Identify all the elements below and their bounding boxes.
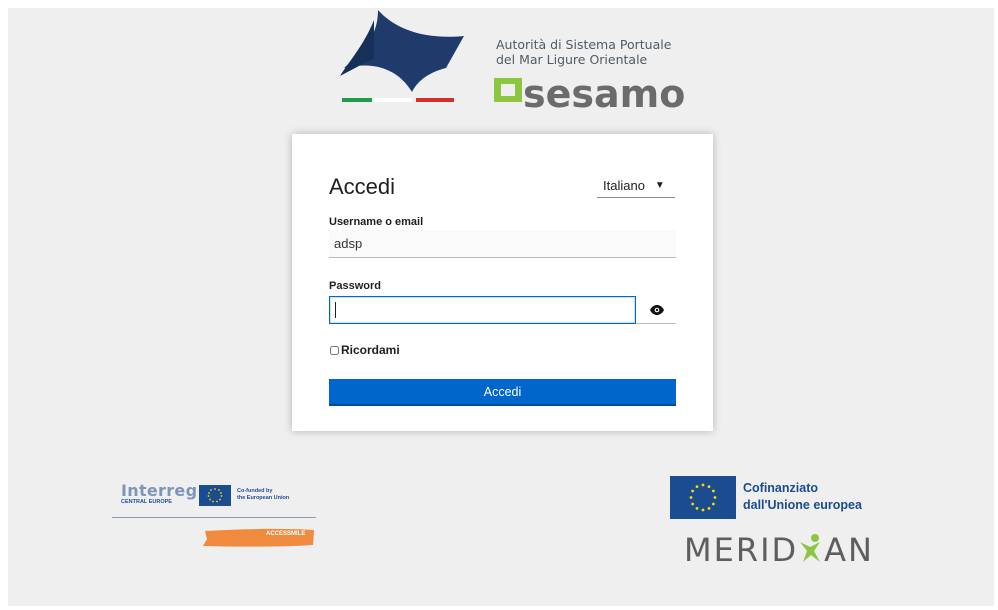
cofunded-line2: the European Union xyxy=(237,495,290,501)
accessmile-logo-word: ACCESSMILE xyxy=(266,531,306,537)
org-name-line2: del Mar Ligure Orientale xyxy=(496,52,648,67)
language-selected: Italiano xyxy=(603,178,645,193)
meridian-right: AN xyxy=(824,531,874,569)
interreg-logo-word: Interreg xyxy=(121,481,198,500)
remember-checkbox[interactable] xyxy=(330,346,339,355)
username-input[interactable] xyxy=(329,230,676,258)
login-title: Accedi xyxy=(329,174,396,199)
username-label: Username o email xyxy=(329,216,424,228)
password-label: Password xyxy=(329,280,381,292)
org-name-line1: Autorità di Sistema Portuale xyxy=(496,37,672,52)
flag-white-stroke xyxy=(374,98,412,102)
login-card: Accedi Italiano ▼ Username o email Passw… xyxy=(292,134,713,431)
cofunded-line1: Co-funded by xyxy=(237,488,273,494)
eu-flag-icon xyxy=(199,485,231,506)
show-password-button[interactable] xyxy=(637,296,676,324)
eu-flag-large-icon xyxy=(670,476,736,519)
interreg-subtitle: CENTRAL EUROPE xyxy=(121,499,172,505)
cofinanziato-line1: Cofinanziato xyxy=(743,481,818,495)
eye-icon xyxy=(649,304,664,315)
flag-red-stroke xyxy=(416,98,454,102)
cofunded-text: Co-funded by the European Union xyxy=(237,488,289,502)
remember-label: Ricordami xyxy=(341,343,400,357)
cofinanziato-text: Cofinanziato dall'Unione europea xyxy=(743,480,862,514)
cofinanziato-line2: dall'Unione europea xyxy=(743,498,862,512)
language-select[interactable]: Italiano ▼ xyxy=(597,174,675,198)
divider xyxy=(112,517,316,518)
password-input[interactable] xyxy=(329,296,636,324)
text-cursor xyxy=(335,302,336,318)
meridian-logo-word: MERID AN xyxy=(684,531,874,569)
sesamo-brand: sesamo xyxy=(523,72,686,116)
flag-green-stroke xyxy=(342,98,372,102)
login-button[interactable]: Accedi xyxy=(329,379,676,406)
meridian-figure-icon xyxy=(800,534,821,562)
meridian-left: MERID xyxy=(684,531,799,569)
caret-down-icon: ▼ xyxy=(654,180,665,191)
